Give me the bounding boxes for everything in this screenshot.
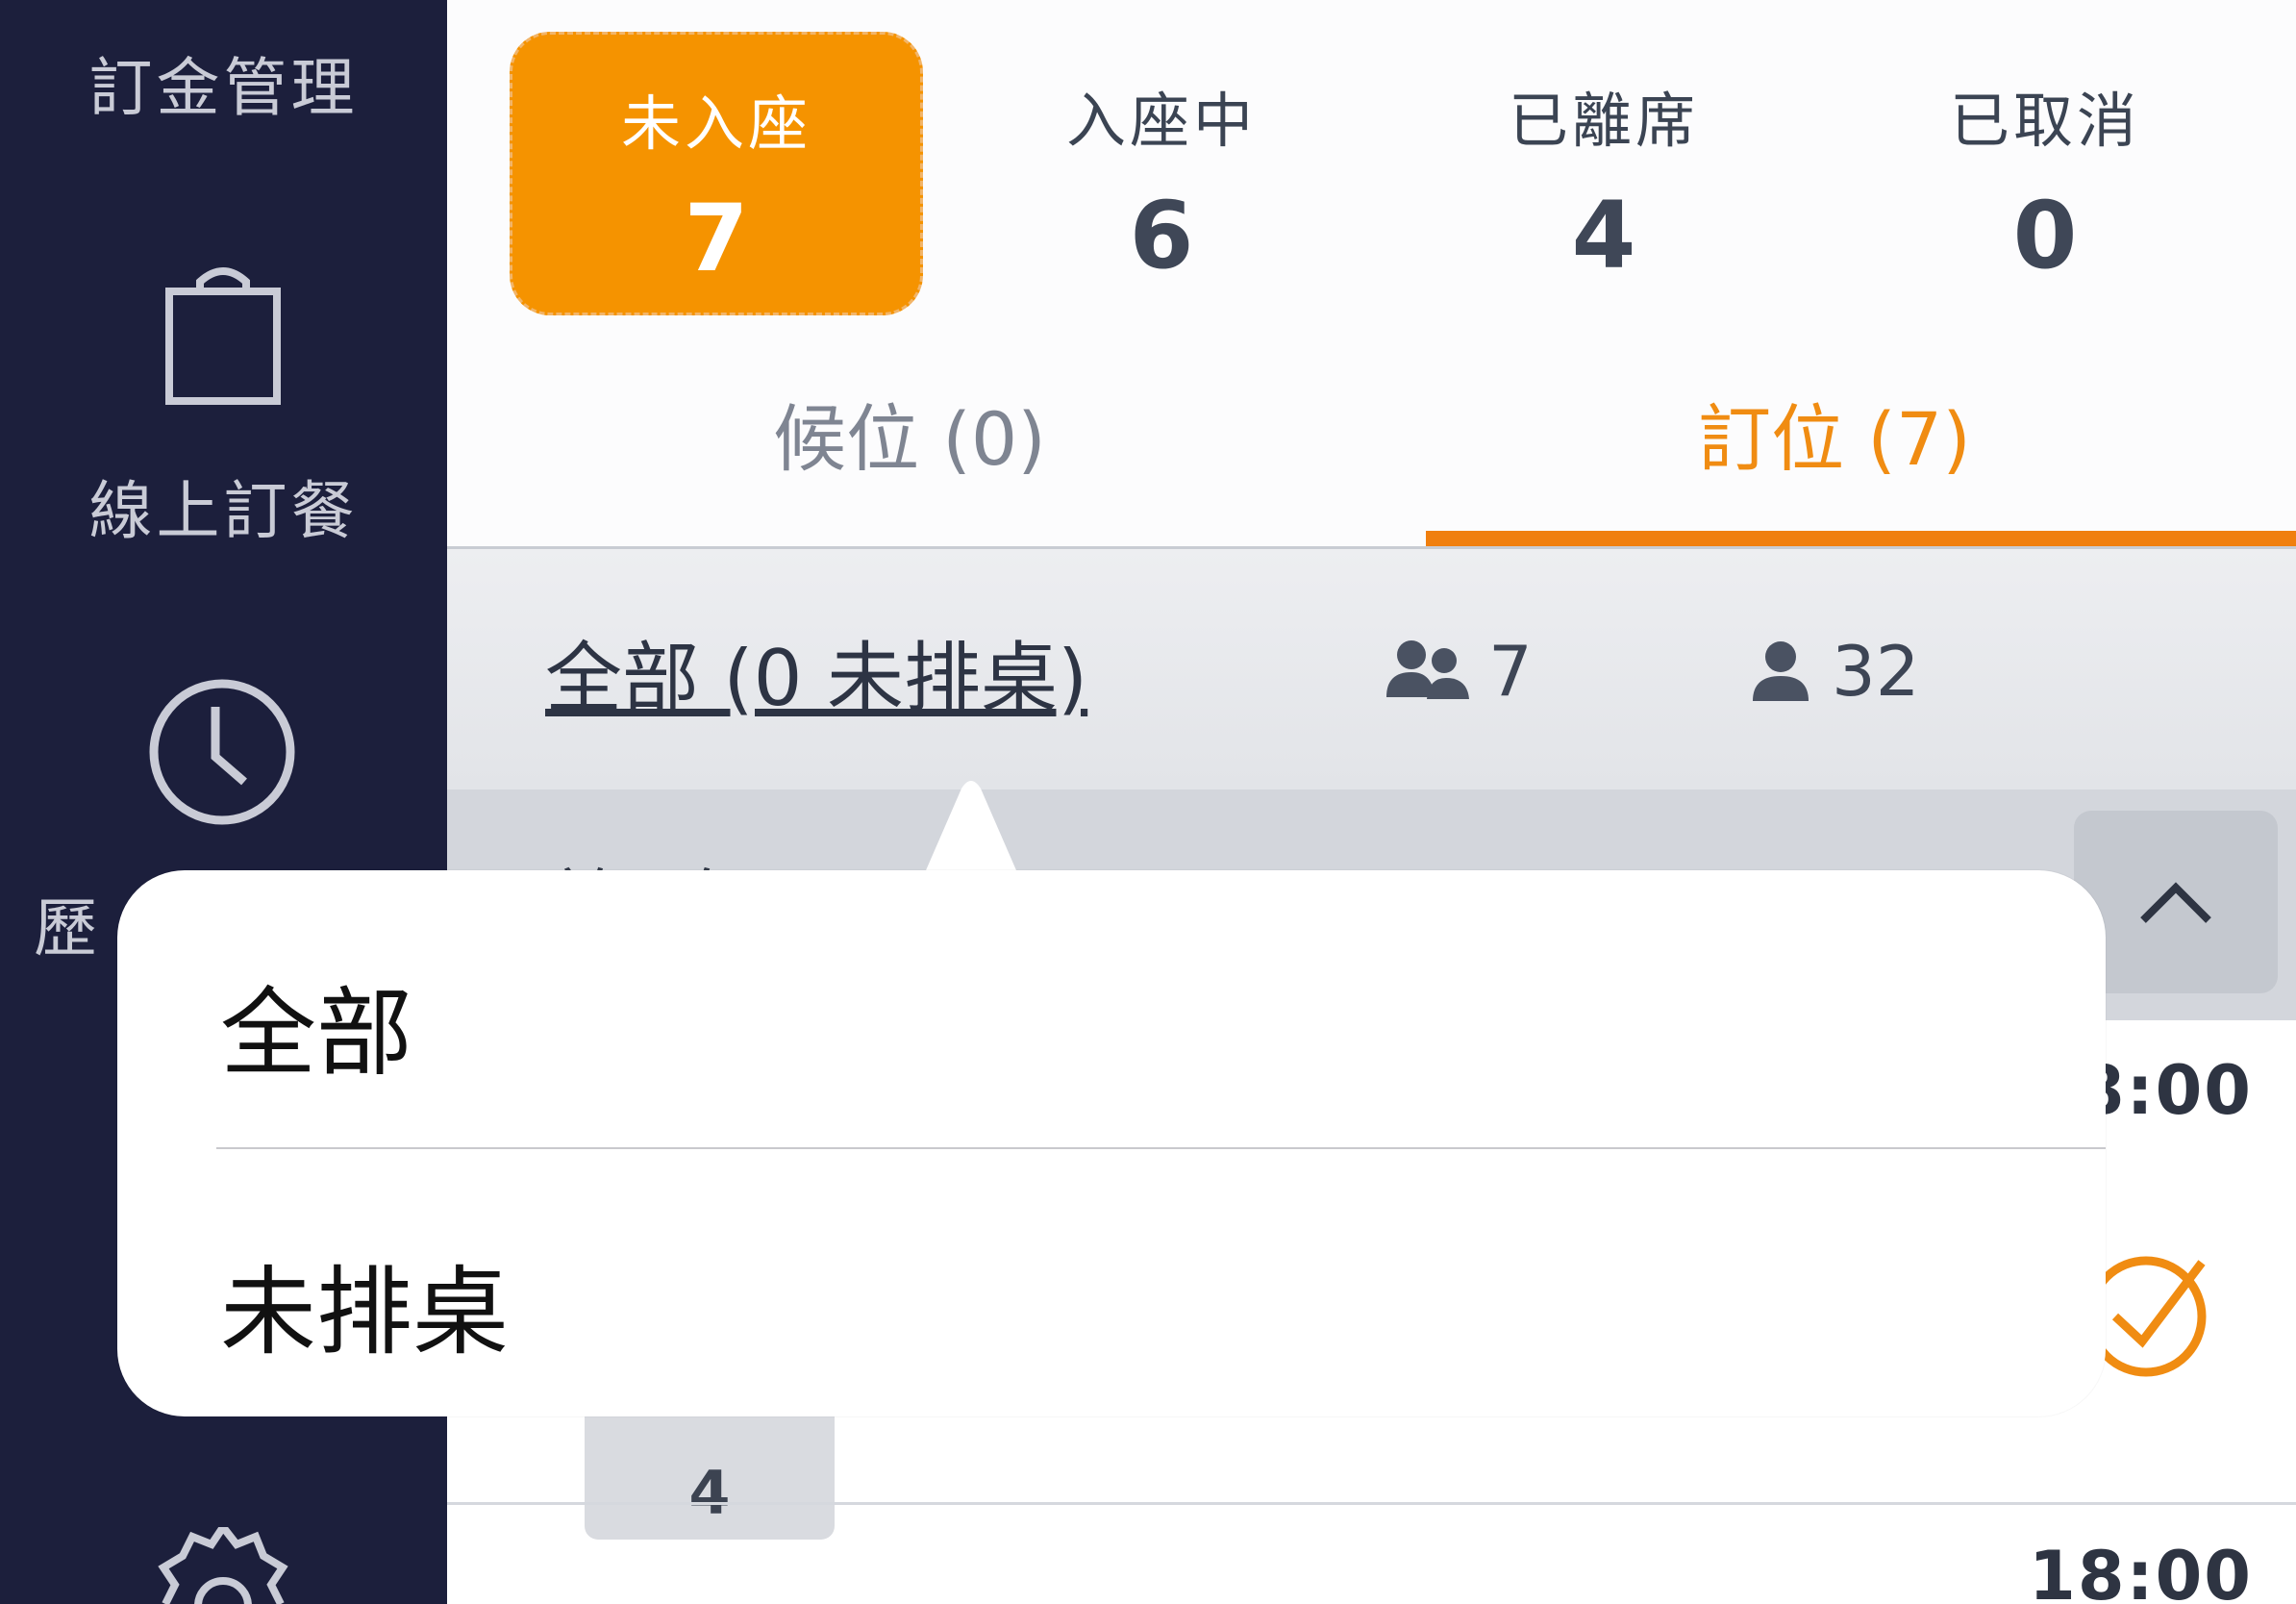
status-tab-cancelled[interactable]: 已取消 0: [1838, 32, 2252, 315]
chevron-up-icon: [2140, 882, 2211, 923]
status-tab-label: 已取消: [1949, 86, 2140, 156]
groups-stat: 7: [1385, 631, 1533, 712]
filter-bar: 全部 (0 未排桌) 7 32: [447, 549, 2296, 789]
active-tab-indicator: [1426, 531, 2296, 546]
tab-waitlist-label: 候位 (0): [773, 396, 1046, 482]
filter-popover: 全部 未排桌: [117, 870, 2106, 1416]
status-tab-count: 4: [1571, 182, 1636, 289]
header: 未入座 7 入座中 6 已離席 4 已取消 0 候位 (0) 訂位 (7): [447, 0, 2296, 548]
guests-count: 32: [1832, 631, 1920, 712]
clock-icon[interactable]: [146, 676, 298, 828]
filter-dropdown-link[interactable]: 全部 (0 未排桌): [545, 616, 1087, 728]
status-tab-label: 未入座: [620, 88, 811, 159]
shopping-bag-icon[interactable]: [162, 255, 285, 409]
popover-option-all[interactable]: 全部: [220, 955, 412, 1094]
tab-reservations[interactable]: 訂位 (7): [1372, 380, 2296, 548]
status-tab-not-seated[interactable]: 未入座 7: [510, 32, 923, 315]
party-size-badge: 4: [585, 1400, 835, 1540]
groups-count: 7: [1488, 631, 1533, 712]
sidebar-item-deposit-label[interactable]: 訂金管理: [0, 37, 447, 129]
guests-stat: 32: [1747, 631, 1920, 712]
gear-icon[interactable]: [154, 1527, 293, 1604]
row-divider: [447, 1502, 2296, 1505]
group-icon: [1386, 640, 1469, 699]
tab-waitlist[interactable]: 候位 (0): [447, 380, 1372, 548]
reservation-time: 18:00: [2029, 1537, 2253, 1604]
status-tab-count: 0: [2012, 182, 2078, 289]
sidebar-item-online-order-label[interactable]: 線上訂餐: [0, 460, 447, 552]
person-icon: [1753, 641, 1809, 701]
status-tab-left[interactable]: 已離席 4: [1397, 32, 1810, 315]
popover-divider: [216, 1147, 2106, 1149]
status-tab-label: 已離席: [1508, 86, 1699, 156]
tab-reservations-label: 訂位 (7): [1698, 396, 1971, 482]
status-tab-label: 入座中: [1065, 86, 1257, 156]
popover-option-unassigned[interactable]: 未排桌: [220, 1234, 509, 1373]
status-tab-count: 7: [684, 185, 749, 292]
status-tab-seated[interactable]: 入座中 6: [955, 32, 1368, 315]
party-size-value: 4: [688, 1458, 731, 1528]
sidebar-item-history-label[interactable]: 歷: [0, 877, 135, 969]
status-tab-count: 6: [1129, 182, 1194, 289]
